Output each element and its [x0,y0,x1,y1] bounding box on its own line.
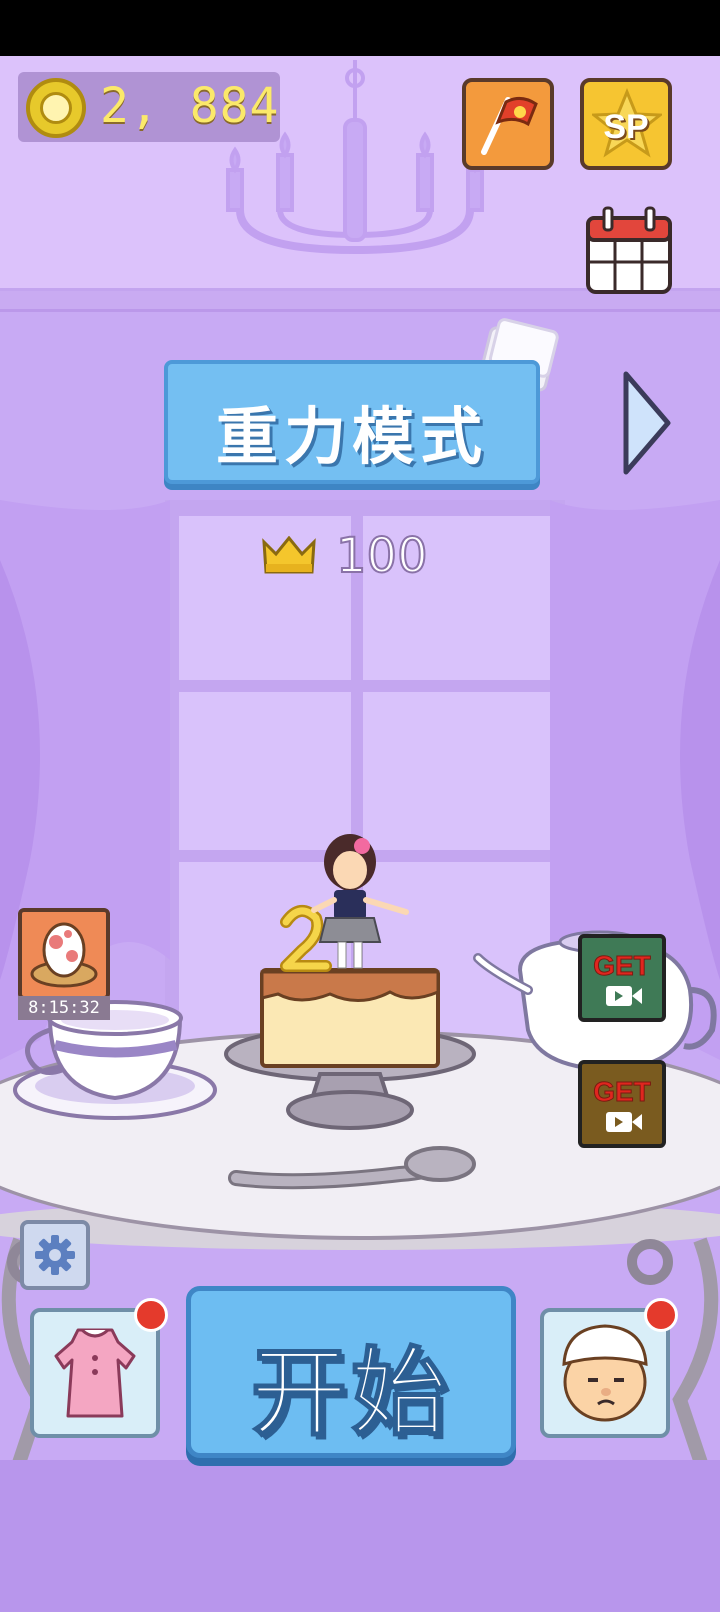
start-button[interactable]: 开始 [186,1286,516,1458]
notification-dot [644,1298,678,1332]
video-camera-icon [606,986,642,1006]
egg-nest-icon [30,922,98,988]
dress-icon [54,1328,136,1418]
get-label: GET [593,950,652,982]
start-label: 开始 [250,1336,451,1450]
video-camera-icon [606,1112,642,1132]
settings-button[interactable] [20,1220,90,1290]
egg-timer: 8:15:32 [18,996,110,1020]
get-label: GET [593,1076,652,1108]
game-screen: 2, 884 SP 重力模式 100 8:15:32 GET GET 开始 [0,0,720,1612]
character-girl [311,834,409,969]
floor [0,1460,720,1612]
egg-nest-button[interactable] [18,908,110,1000]
notification-dot [134,1298,168,1332]
chef-face-icon [562,1324,648,1422]
get-reward-button-1[interactable]: GET [578,934,666,1022]
get-reward-button-2[interactable]: GET [578,1060,666,1148]
gear-icon [35,1235,75,1275]
